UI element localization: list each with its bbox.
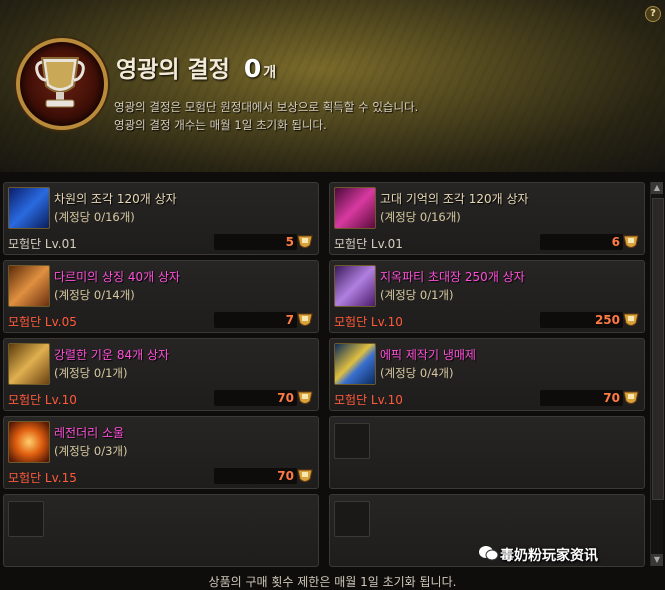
item-name: 다르미의 상징 40개 상자 (54, 270, 181, 284)
item-limit: (계정당 0/4개) (380, 366, 454, 380)
shop-item-4[interactable]: 강렬한 기운 84개 상자 (계정당 0/1개) 모험단 Lv.10 70 (3, 338, 319, 411)
item-price: 70 (277, 469, 294, 483)
item-name: 차원의 조각 120개 상자 (54, 192, 177, 206)
glory-crystal-icon (297, 391, 313, 404)
glory-crystal-emblem (16, 38, 108, 130)
price-bar (214, 312, 297, 328)
header-banner: 영광의 결정 0개 영광의 결정은 모험단 원정대에서 보상으로 획득할 수 있… (0, 0, 665, 172)
item-limit: (계정당 0/3개) (54, 444, 128, 458)
desc-line-2: 영광의 결정 개수는 매월 1일 초기화 됩니다. (114, 118, 327, 132)
wechat-icon (479, 546, 499, 561)
intense-aura-box-icon (8, 343, 50, 385)
glory-crystal-icon (623, 391, 639, 404)
item-price: 7 (285, 313, 294, 327)
empty-slot (329, 416, 645, 489)
item-price: 70 (603, 391, 620, 405)
darmi-symbol-box-icon (8, 265, 50, 307)
empty-slot-frame (334, 501, 370, 537)
dimension-shard-box-icon (8, 187, 50, 229)
item-requirement: 모험단 Lv.10 (334, 315, 403, 329)
scrollbar[interactable]: ▲ ▼ (650, 182, 664, 566)
epic-crafting-coolant-icon (334, 343, 376, 385)
item-limit: (계정당 0/16개) (380, 210, 461, 224)
item-limit: (계정당 0/1개) (54, 366, 128, 380)
item-name: 강렬한 기운 84개 상자 (54, 348, 170, 362)
glory-crystal-icon (623, 235, 639, 248)
item-requirement: 모험단 Lv.01 (334, 237, 403, 251)
empty-slot-frame (334, 423, 370, 459)
item-name: 고대 기억의 조각 120개 상자 (380, 192, 529, 206)
ancient-memory-box-icon (334, 187, 376, 229)
desc-line-1: 영광의 결정은 모험단 원정대에서 보상으로 획득할 수 있습니다. (114, 100, 419, 114)
glory-crystal-icon (297, 469, 313, 482)
shop-item-6[interactable]: 레전더리 소울 (계정당 0/3개) 모험단 Lv.15 70 (3, 416, 319, 489)
empty-slot (3, 494, 319, 567)
shop-item-5[interactable]: 에픽 제작기 냉매제 (계정당 0/4개) 모험단 Lv.10 70 (329, 338, 645, 411)
item-requirement: 모험단 Lv.10 (334, 393, 403, 407)
item-price: 70 (277, 391, 294, 405)
item-name: 레전더리 소울 (54, 426, 125, 440)
shop-grid: 차원의 조각 120개 상자 (계정당 0/16개) 모험단 Lv.01 5 고… (0, 180, 650, 570)
item-requirement: 모험단 Lv.15 (8, 471, 77, 485)
empty-slot-frame (8, 501, 44, 537)
glory-crystal-icon (297, 313, 313, 326)
item-price: 6 (611, 235, 620, 249)
item-limit: (계정당 0/16개) (54, 210, 135, 224)
glory-crystal-icon (297, 235, 313, 248)
count-unit: 개 (263, 65, 277, 81)
shop-item-3[interactable]: 지옥파티 초대장 250개 상자 (계정당 0/1개) 모험단 Lv.10 25… (329, 260, 645, 333)
shop-item-1[interactable]: 고대 기억의 조각 120개 상자 (계정당 0/16개) 모험단 Lv.01 … (329, 182, 645, 255)
scroll-down-icon[interactable]: ▼ (651, 554, 663, 566)
item-requirement: 모험단 Lv.05 (8, 315, 77, 329)
price-bar (540, 234, 623, 250)
help-icon[interactable]: ? (645, 6, 661, 22)
scroll-thumb[interactable] (652, 198, 664, 500)
footer-note: 상품의 구매 횟수 제한은 매월 1일 초기화 됩니다. (208, 575, 457, 589)
item-name: 에픽 제작기 냉매제 (380, 348, 476, 362)
item-requirement: 모험단 Lv.10 (8, 393, 77, 407)
legendary-soul-icon (8, 421, 50, 463)
item-name: 지옥파티 초대장 250개 상자 (380, 270, 525, 284)
watermark: 毒奶粉玩家资讯 (500, 548, 598, 564)
page-title: 영광의 결정 0개 (116, 50, 276, 84)
glory-crystal-icon (623, 313, 639, 326)
item-price: 250 (594, 313, 620, 327)
crystal-count: 0 (243, 54, 262, 83)
hell-party-invite-box-icon (334, 265, 376, 307)
item-price: 5 (285, 235, 294, 249)
description: 영광의 결정은 모험단 원정대에서 보상으로 획득할 수 있습니다. 영광의 결… (114, 98, 418, 134)
item-limit: (계정당 0/1개) (380, 288, 454, 302)
shop-item-2[interactable]: 다르미의 상징 40개 상자 (계정당 0/14개) 모험단 Lv.05 7 (3, 260, 319, 333)
item-limit: (계정당 0/14개) (54, 288, 135, 302)
title-text: 영광의 결정 (116, 57, 230, 83)
item-requirement: 모험단 Lv.01 (8, 237, 77, 251)
scroll-up-icon[interactable]: ▲ (651, 182, 663, 194)
price-bar (214, 234, 297, 250)
shop-item-0[interactable]: 차원의 조각 120개 상자 (계정당 0/16개) 모험단 Lv.01 5 (3, 182, 319, 255)
